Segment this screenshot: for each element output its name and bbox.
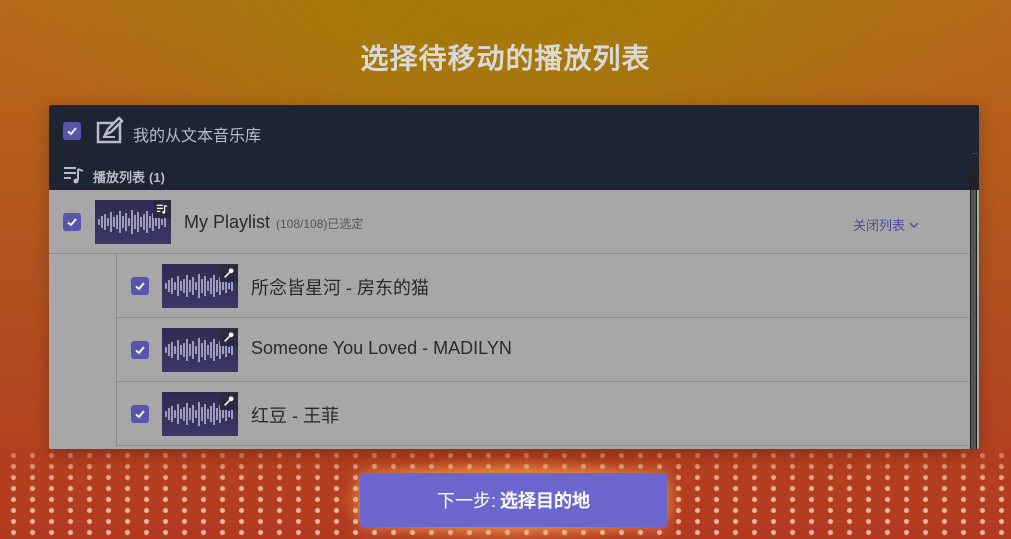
chevron-down-icon: [909, 221, 919, 228]
check-icon: [67, 127, 77, 136]
playlist-title: My Playlist (108/108)已选定: [184, 212, 363, 233]
playlists-count: (1): [149, 170, 165, 185]
check-icon: [135, 282, 145, 291]
track-title: Someone You Loved - MADILYN: [251, 338, 512, 358]
playlist-checkbox[interactable]: [63, 213, 81, 231]
microphone-icon: [220, 264, 238, 282]
microphone-icon: [220, 392, 238, 410]
next-step-label: 选择目的地: [500, 491, 590, 511]
playlist-music-icon: [64, 167, 84, 184]
edit-text-icon: [96, 116, 124, 144]
playlist-row[interactable]: My Playlist (108/108)已选定 关闭列表: [49, 190, 970, 254]
check-icon: [67, 218, 77, 227]
collapse-list-button[interactable]: 关闭列表: [853, 215, 919, 234]
library-row[interactable]: 我的从文本音乐库: [49, 105, 979, 157]
playlists-label-text: 播放列表: [93, 170, 146, 185]
track-thumbnail: [162, 264, 238, 308]
track-checkbox[interactable]: [131, 341, 149, 359]
collapse-list-label: 关闭列表: [853, 218, 906, 233]
track-row[interactable]: 红豆 - 王菲: [116, 382, 970, 446]
library-label: 我的从文本音乐库: [133, 128, 262, 145]
scrollbar-thumb[interactable]: [971, 190, 976, 449]
check-icon: [135, 410, 145, 419]
track-thumbnail: [162, 328, 238, 372]
scroll-up-arrow[interactable]: ˙˙: [972, 153, 978, 169]
playlists-section-label: 播放列表 (1): [93, 167, 165, 186]
next-step-button[interactable]: 下一步: 选择目的地: [360, 473, 667, 527]
track-checkbox[interactable]: [131, 405, 149, 423]
panel-header: 我的从文本音乐库 播放列表 (1) ˙˙: [49, 105, 979, 190]
track-title: 红豆 - 王菲: [251, 406, 339, 426]
playlist-name: My Playlist: [184, 212, 271, 232]
playlist-panel: 我的从文本音乐库 播放列表 (1) ˙˙ My Playlist (108/10…: [49, 105, 979, 449]
playlist-thumbnail: [95, 200, 171, 244]
track-title: 所念皆星河 - 房东的猫: [251, 278, 429, 298]
playlist-selection-count: (108/108)已选定: [276, 217, 364, 231]
track-thumbnail: [162, 392, 238, 436]
page-title: 选择待移动的播放列表: [360, 43, 651, 74]
track-checkbox[interactable]: [131, 277, 149, 295]
check-icon: [135, 346, 145, 355]
track-row[interactable]: 所念皆星河 - 房东的猫: [116, 254, 970, 318]
next-step-prefix: 下一步:: [436, 491, 496, 511]
library-checkbox[interactable]: [63, 122, 81, 140]
microphone-icon: [220, 328, 238, 346]
track-row[interactable]: Someone You Loved - MADILYN: [116, 318, 970, 382]
playlists-section-header: 播放列表 (1): [49, 161, 979, 190]
playlist-icon: [153, 200, 171, 218]
